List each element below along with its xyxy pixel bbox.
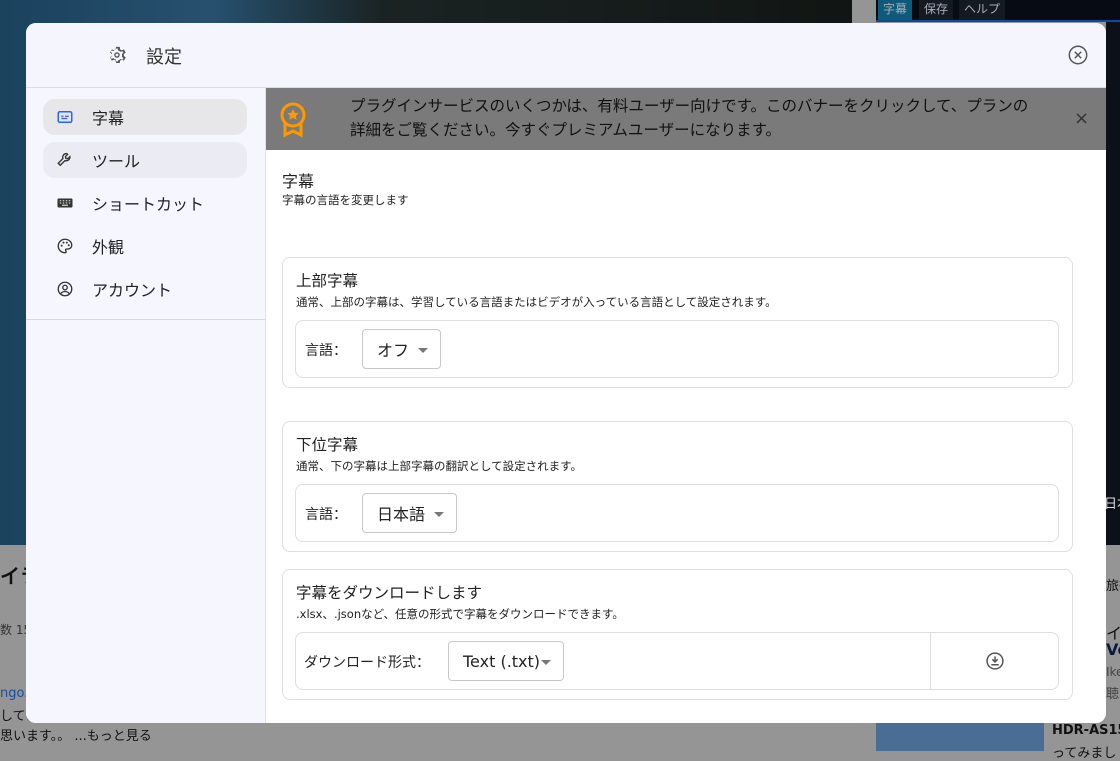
subtitles-icon — [57, 111, 73, 123]
banner-close-button[interactable]: × — [1074, 108, 1089, 129]
sidebar-item-label: アカウント — [92, 281, 173, 300]
card-title: 下位字幕 — [296, 436, 359, 454]
download-circle-icon — [986, 652, 1004, 670]
background-thumbnail[interactable] — [876, 723, 1044, 751]
download-row: ダウンロード形式： Text (.txt) — [295, 632, 1059, 690]
language-label: 言語： — [305, 343, 347, 359]
bottom-subtitle-card: 下位字幕 通常、下の字幕は上部字幕の翻訳として設定されます。 言語： 日本語 — [282, 421, 1073, 552]
background-panel — [1106, 22, 1120, 545]
bottom-language-row: 言語： 日本語 — [295, 484, 1059, 542]
card-description: .xlsx、.jsonなど、任意の形式で字幕をダウンロードできます。 — [296, 607, 624, 621]
download-format-label: ダウンロード形式： — [304, 655, 430, 671]
settings-content: プラグインサービスのいくつかは、有料ユーザー向けです。このバナーをクリックして、… — [266, 88, 1106, 723]
medal-icon — [280, 102, 306, 138]
sidebar-item-label: ショートカット — [92, 195, 205, 214]
caret-down-icon — [418, 348, 428, 353]
bottom-language-select[interactable]: 日本語 — [362, 493, 457, 533]
dialog-title: 設定 — [146, 47, 182, 68]
card-title: 字幕をダウンロードします — [296, 584, 483, 602]
background-tab-underline — [876, 20, 1120, 22]
sidebar-item-label: 字幕 — [92, 109, 125, 128]
download-format-select[interactable]: Text (.txt) — [448, 641, 564, 681]
sidebar-item-account[interactable]: アカウント — [43, 271, 247, 307]
sidebar-item-appearance[interactable]: 外観 — [43, 228, 247, 264]
background-tab[interactable]: ヘルプ — [959, 0, 1006, 20]
caret-down-icon — [541, 660, 551, 665]
premium-banner[interactable]: プラグインサービスのいくつかは、有料ユーザー向けです。このバナーをクリックして、… — [266, 88, 1106, 150]
wrench-icon — [57, 152, 71, 167]
account-circle-icon — [57, 281, 73, 297]
card-title: 上部字幕 — [296, 272, 359, 290]
sidebar-item-shortcuts[interactable]: ショートカット — [43, 185, 247, 221]
background-text: 日本 — [1104, 497, 1120, 512]
close-circle-icon[interactable] — [1067, 44, 1089, 66]
background-text: HDR-AS15 — [1052, 723, 1120, 738]
section-title: 字幕 — [282, 172, 315, 191]
sidebar-item-tools[interactable]: ツール — [43, 142, 247, 178]
top-subtitle-card: 上部字幕 通常、上部の字幕は、学習している言語またはビデオが入っている言語として… — [282, 257, 1073, 388]
background-text: Ike — [1106, 665, 1120, 679]
top-language-select[interactable]: オフ — [362, 329, 441, 369]
download-card: 字幕をダウンロードします .xlsx、.jsonなど、任意の形式で字幕をダウンロ… — [282, 569, 1073, 700]
card-description: 通常、下の字幕は上部字幕の翻訳として設定されます。 — [296, 459, 583, 473]
sidebar-item-label: 外観 — [92, 238, 125, 257]
background-text: 旅行 — [1106, 579, 1120, 594]
settings-sidebar: 字幕 ツール ショートカット 外観 アカウント — [26, 88, 266, 723]
select-value: オフ — [377, 341, 410, 360]
keyboard-icon — [57, 198, 73, 208]
top-language-row: 言語： オフ — [295, 320, 1059, 378]
background-tab[interactable]: 保存 — [919, 0, 954, 20]
sidebar-divider — [26, 319, 266, 320]
sidebar-item-label: ツール — [92, 152, 141, 171]
background-more-link[interactable]: 思います。。 ...もっと見る — [0, 725, 152, 744]
download-button[interactable] — [931, 633, 1058, 689]
background-tab[interactable]: 字幕 — [878, 0, 913, 20]
gear-icon — [110, 46, 126, 64]
background-text: Vo — [1106, 640, 1120, 659]
card-description: 通常、上部の字幕は、学習している言語またはビデオが入っている言語として設定されま… — [296, 295, 777, 309]
background-text: 聴 — [1106, 687, 1120, 702]
select-value: 日本語 — [377, 505, 426, 524]
palette-icon — [57, 238, 73, 254]
settings-dialog: 設定 字幕 ツール ショートカット 外観 アカウント プラグインサービスのいくつ… — [26, 23, 1106, 723]
select-value: Text (.txt) — [463, 651, 541, 671]
sidebar-item-subtitles[interactable]: 字幕 — [43, 99, 247, 135]
dialog-header: 設定 — [26, 23, 1106, 88]
caret-down-icon — [434, 512, 444, 517]
background-text: ってみまし — [1052, 746, 1117, 761]
section-description: 字幕の言語を変更します — [282, 193, 409, 207]
language-label: 言語： — [305, 507, 347, 523]
banner-text: プラグインサービスのいくつかは、有料ユーザー向けです。このバナーをクリックして、… — [350, 97, 1029, 139]
